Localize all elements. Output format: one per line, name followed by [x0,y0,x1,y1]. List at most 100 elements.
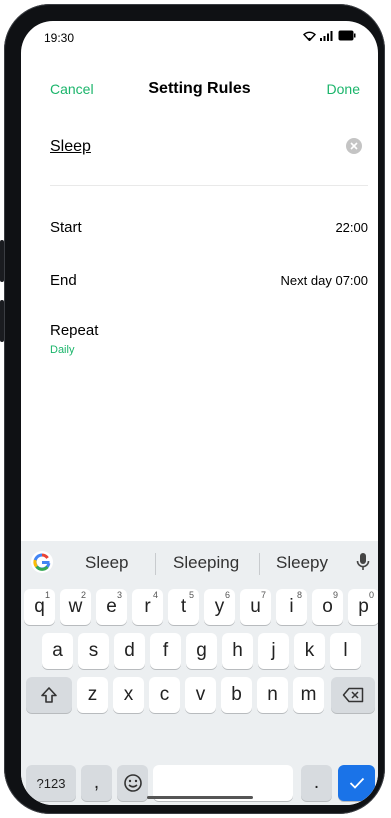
google-icon[interactable] [31,551,53,573]
suggestion-1[interactable]: Sleep [85,553,128,573]
start-value: 22:00 [335,220,368,235]
key-o[interactable]: o9 [312,589,343,625]
end-time-row[interactable]: End Next day 07:00 [50,270,368,294]
key-f[interactable]: f [150,633,181,669]
page-title: Setting Rules [148,80,251,97]
period-key[interactable]: . [301,765,332,801]
key-n[interactable]: n [257,677,288,713]
backspace-icon [342,687,364,703]
signal-icon [320,31,333,41]
key-label: u [250,596,261,617]
key-label: c [159,684,170,705]
screen: 19:30 Cancel Setting Rules Done Sleep St… [21,21,378,805]
key-label: m [300,684,317,705]
key-b[interactable]: b [221,677,252,713]
key-label: v [195,684,206,705]
home-indicator[interactable] [147,796,253,799]
emoji-key[interactable] [117,765,148,801]
rule-name-input[interactable]: Sleep [50,138,91,156]
key-x[interactable]: x [113,677,144,713]
shift-icon [41,687,57,703]
key-label: a [52,640,63,661]
rule-name-field[interactable]: Sleep [50,134,370,164]
battery-icon [338,30,356,41]
shift-key[interactable] [26,677,72,713]
key-c[interactable]: c [149,677,180,713]
key-label: r [144,596,151,617]
checkmark-icon [349,777,364,789]
key-hint: 8 [296,590,302,600]
key-e[interactable]: e3 [96,589,127,625]
status-icons [303,30,356,41]
divider [50,185,368,186]
key-q[interactable]: q1 [24,589,55,625]
wifi-icon [303,31,316,41]
suggestion-bar: Sleep Sleeping Sleepy [21,541,378,583]
key-i[interactable]: i8 [276,589,307,625]
key-hint: 0 [368,590,374,600]
key-label: t [180,596,187,617]
key-d[interactable]: d [114,633,145,669]
key-label: h [232,640,243,661]
key-hint: 3 [116,590,122,600]
repeat-value: Daily [50,344,75,356]
end-value: Next day 07:00 [280,273,368,288]
key-s[interactable]: s [78,633,109,669]
key-y[interactable]: y6 [204,589,235,625]
volume-up-button [0,240,4,282]
key-label: g [196,640,207,661]
key-label: s [88,640,99,661]
key-v[interactable]: v [185,677,216,713]
end-label: End [50,272,77,289]
key-hint: 4 [152,590,158,600]
key-a[interactable]: a [42,633,73,669]
key-label: y [214,596,225,617]
done-button[interactable]: Done [327,81,360,97]
keyboard: Sleep Sleeping Sleepy ?123 , . q 1 w 2 e… [21,541,378,805]
key-label: z [87,684,98,705]
key-hint: 7 [260,590,266,600]
repeat-label: Repeat [50,322,99,339]
key-p[interactable]: p0 [348,589,378,625]
key-g[interactable]: g [186,633,217,669]
volume-down-button [0,300,4,342]
key-z[interactable]: z [77,677,108,713]
comma-key[interactable]: , [81,765,112,801]
key-m[interactable]: m [293,677,324,713]
status-time: 19:30 [44,31,75,45]
key-label: f [162,640,169,661]
key-r[interactable]: r4 [132,589,163,625]
top-bar: Cancel Setting Rules Done [21,77,378,103]
start-label: Start [50,219,82,236]
key-label: d [124,640,135,661]
key-t[interactable]: t5 [168,589,199,625]
backspace-key[interactable] [331,677,375,713]
key-w[interactable]: w2 [60,589,91,625]
emoji-icon [123,774,142,792]
key-label: x [123,684,134,705]
key-u[interactable]: u7 [240,589,271,625]
key-l[interactable]: l [330,633,361,669]
key-k[interactable]: k [294,633,325,669]
key-label: i [289,596,294,617]
start-time-row[interactable]: Start 22:00 [50,217,368,241]
key-h[interactable]: h [222,633,253,669]
key-label: b [231,684,242,705]
suggestion-divider [259,553,260,575]
suggestion-2[interactable]: Sleeping [173,553,239,573]
enter-key[interactable] [338,765,375,801]
status-bar: 19:30 [21,21,378,53]
repeat-row[interactable]: Repeat Daily [50,320,368,364]
key-label: o [322,596,333,617]
suggestion-divider [155,553,156,575]
symbols-key[interactable]: ?123 [26,765,76,801]
key-label: k [304,640,315,661]
key-hint: 2 [80,590,86,600]
clear-text-icon[interactable] [346,138,362,154]
key-j[interactable]: j [258,633,289,669]
key-hint: 6 [224,590,230,600]
key-label: n [267,684,278,705]
microphone-icon[interactable] [356,552,370,572]
suggestion-3[interactable]: Sleepy [276,553,328,573]
key-label: p [358,596,369,617]
